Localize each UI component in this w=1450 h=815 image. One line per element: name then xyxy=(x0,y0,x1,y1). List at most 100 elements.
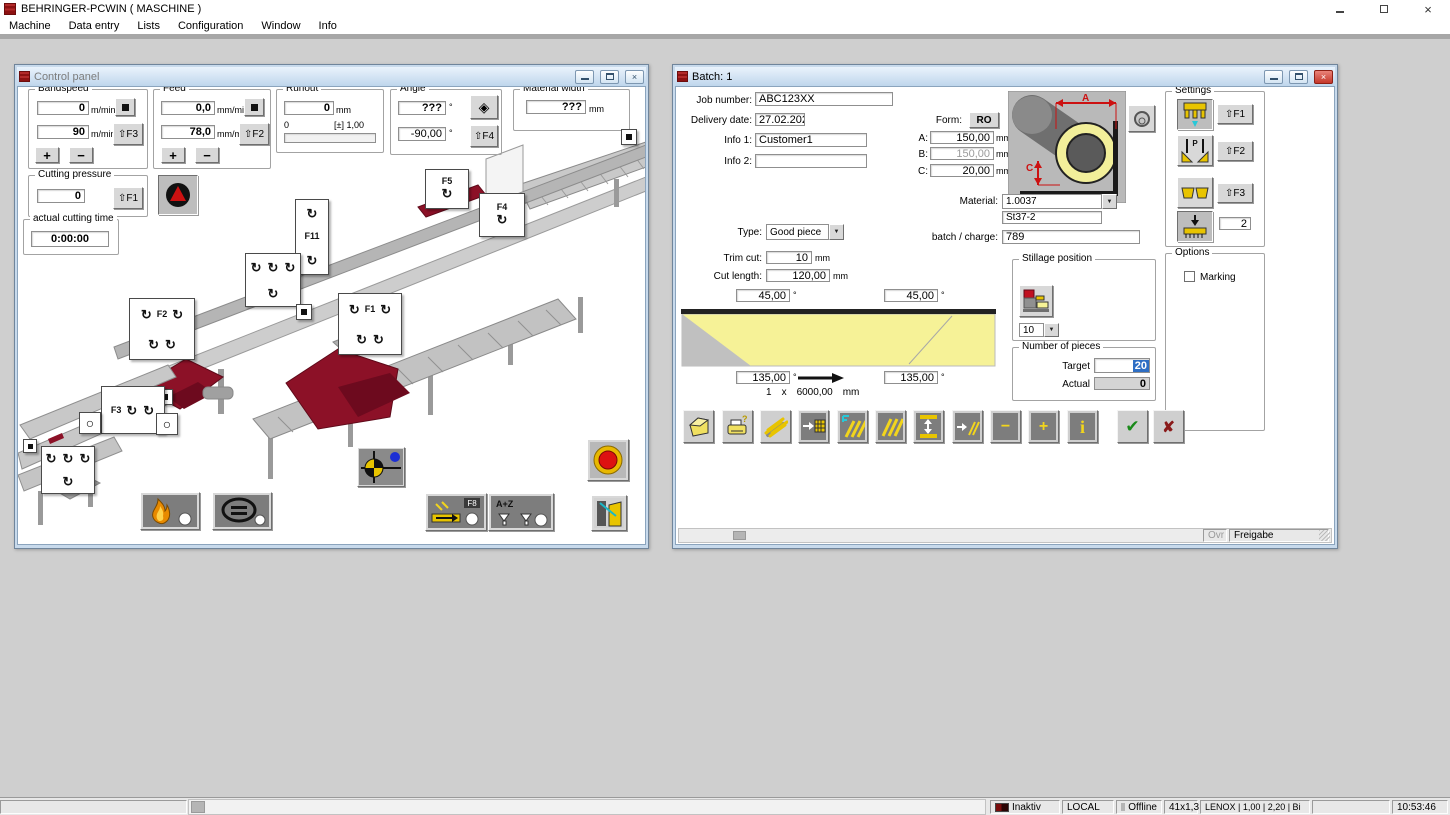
machine-outfeed-buttons[interactable]: ↻↻↻↻ xyxy=(41,446,95,494)
batch-charge-field[interactable]: 789 xyxy=(1002,230,1140,244)
dim-c-field[interactable]: 20,00 xyxy=(930,164,994,177)
feed-to-grid-button[interactable] xyxy=(798,410,829,443)
batch-titlebar[interactable]: Batch: 1 × xyxy=(675,67,1335,86)
settings-shift-f1-button[interactable]: ⇧F1 xyxy=(1217,104,1253,124)
feed-shift-f2-button[interactable]: ⇧F2 xyxy=(239,123,269,145)
info-button[interactable]: i xyxy=(1067,410,1098,443)
mdi-horizontal-scrollbar[interactable] xyxy=(188,799,986,815)
machine-f1-button[interactable]: ↻ F1 ↻↻↻ xyxy=(338,293,402,355)
batch-maximize-button[interactable] xyxy=(1289,70,1308,84)
angle-top-left-field[interactable]: 45,00 xyxy=(736,289,790,302)
main-close-button[interactable]: × xyxy=(1406,0,1450,18)
ok-button[interactable]: ✔ xyxy=(1117,410,1148,443)
job-number-field[interactable]: ABC123XX xyxy=(755,92,893,106)
angle-shift-f4-button[interactable]: ⇧F4 xyxy=(470,125,498,147)
emergency-stop-button[interactable] xyxy=(587,439,629,481)
material-dropdown-button[interactable]: ▼ xyxy=(1102,194,1117,209)
bandspeed-plus-button[interactable]: + xyxy=(35,147,59,163)
angle-actual-field[interactable]: ??? xyxy=(398,101,446,115)
batch-minimize-button[interactable] xyxy=(1264,70,1283,84)
machine-f4-button[interactable]: F4 ↻ xyxy=(479,193,525,237)
batch-scrollbar-thumb[interactable] xyxy=(733,531,746,540)
cutting-pressure-field[interactable]: 0 xyxy=(37,189,85,203)
feed-minus-button[interactable]: − xyxy=(195,147,219,163)
control-panel-minimize-button[interactable] xyxy=(575,70,594,84)
angle-top-right-field[interactable]: 45,00 xyxy=(884,289,938,302)
bandspeed-shift-f3-button[interactable]: ⇧F3 xyxy=(113,123,143,145)
clamping-button[interactable] xyxy=(212,492,272,530)
cut-length-field[interactable]: 120,00 xyxy=(766,269,830,282)
control-panel-maximize-button[interactable] xyxy=(600,70,619,84)
menu-machine[interactable]: Machine xyxy=(0,20,60,32)
decrease-button[interactable]: − xyxy=(990,410,1021,443)
main-restore-button[interactable] xyxy=(1362,0,1406,18)
edit-cut-list-button[interactable] xyxy=(837,410,868,443)
machine-f5-button[interactable]: F5 ↻ xyxy=(425,169,469,209)
saw-guide-button[interactable] xyxy=(1177,99,1213,130)
marking-checkbox[interactable] xyxy=(1184,271,1195,282)
menu-window[interactable]: Window xyxy=(252,20,309,32)
machine-stop-marker-bottom[interactable] xyxy=(23,439,37,453)
machine-f2-button[interactable]: ↻ F2 ↻↻↻ xyxy=(129,298,195,360)
feed-stop-button[interactable] xyxy=(244,98,264,116)
target-field[interactable]: 20 xyxy=(1094,358,1150,373)
info1-field[interactable]: Customer1 xyxy=(755,133,867,147)
machine-stop-marker-top[interactable] xyxy=(621,129,637,145)
profile-select-button[interactable] xyxy=(1128,105,1155,132)
bandspeed-set-field[interactable]: 90 xyxy=(37,125,89,139)
measure-height-button[interactable] xyxy=(913,410,944,443)
menu-configuration[interactable]: Configuration xyxy=(169,20,252,32)
chip-brush-button[interactable] xyxy=(1177,211,1213,242)
batch-close-button[interactable]: × xyxy=(1314,70,1333,84)
reference-point-button[interactable] xyxy=(357,447,405,487)
cut-list-button[interactable] xyxy=(875,410,906,443)
coolant-button[interactable] xyxy=(158,175,198,215)
resize-grip[interactable] xyxy=(1319,530,1330,541)
machine-infeed-buttons[interactable]: ↻↻↻↻ xyxy=(245,253,301,307)
settings-shift-f2-button[interactable]: ⇧F2 xyxy=(1217,141,1253,161)
type-combo[interactable]: Good piece ▼ xyxy=(766,224,844,240)
material-width-field[interactable]: ??? xyxy=(526,100,586,114)
angle-bottom-right-field[interactable]: 135,00 xyxy=(884,371,938,384)
material-pressure-button[interactable]: P xyxy=(1177,135,1213,166)
bundle-button[interactable] xyxy=(760,410,791,443)
cancel-button[interactable]: ✘ xyxy=(1153,410,1184,443)
clamping-jaws-button[interactable] xyxy=(1177,177,1213,208)
cutting-pressure-shift-f1-button[interactable]: ⇧F1 xyxy=(113,187,143,209)
angle-reference-button[interactable]: ◈ xyxy=(470,95,498,119)
material-combo[interactable]: 1.0037 ▼ xyxy=(1002,194,1117,209)
stillage-button[interactable] xyxy=(1019,285,1053,317)
bandspeed-stop-button[interactable] xyxy=(115,98,135,116)
machine-sensor-button-1[interactable]: ○ xyxy=(79,412,101,434)
main-minimize-button[interactable] xyxy=(1318,0,1362,18)
torch-button[interactable] xyxy=(140,492,200,530)
bandspeed-minus-button[interactable]: − xyxy=(69,147,93,163)
new-piece-button[interactable] xyxy=(683,410,714,443)
control-panel-titlebar[interactable]: Control panel × xyxy=(17,67,646,86)
form-button[interactable]: RO xyxy=(969,112,999,128)
info2-field[interactable] xyxy=(755,154,867,168)
machine-sensor-button-2[interactable]: ○ xyxy=(156,413,178,435)
increase-button[interactable]: + xyxy=(1028,410,1059,443)
cutting-time-field[interactable]: 0:00:00 xyxy=(31,231,109,247)
angle-bottom-left-field[interactable]: 135,00 xyxy=(736,371,790,384)
feed-actual-field[interactable]: 0,0 xyxy=(161,101,215,115)
menu-info[interactable]: Info xyxy=(310,20,346,32)
delivery-date-field[interactable]: 27.02.2022 xyxy=(755,113,805,126)
chip-brush-count-field[interactable]: 2 xyxy=(1219,217,1251,230)
mdi-scrollbar-thumb[interactable] xyxy=(191,801,205,813)
menu-data-entry[interactable]: Data entry xyxy=(60,20,129,32)
trim-cut-field[interactable]: 10 xyxy=(766,251,812,264)
angle-set-field[interactable]: -90,00 xyxy=(398,127,446,141)
dim-a-field[interactable]: 150,00 xyxy=(930,131,994,144)
feed-plus-button[interactable]: + xyxy=(161,147,185,163)
machine-stop-marker-mid[interactable] xyxy=(296,304,312,320)
control-panel-close-button[interactable]: × xyxy=(625,70,644,84)
bandspeed-actual-field[interactable]: 0 xyxy=(37,101,89,115)
chevron-down-icon[interactable]: ▼ xyxy=(1044,323,1059,337)
stillage-position-combo[interactable]: 10 ▼ xyxy=(1019,323,1059,337)
feed-set-field[interactable]: 78,0 xyxy=(161,125,215,139)
exit-door-button[interactable] xyxy=(591,495,627,531)
print-label-button[interactable]: ? xyxy=(722,410,753,443)
measuring-f8-button[interactable]: F8 xyxy=(425,493,487,531)
